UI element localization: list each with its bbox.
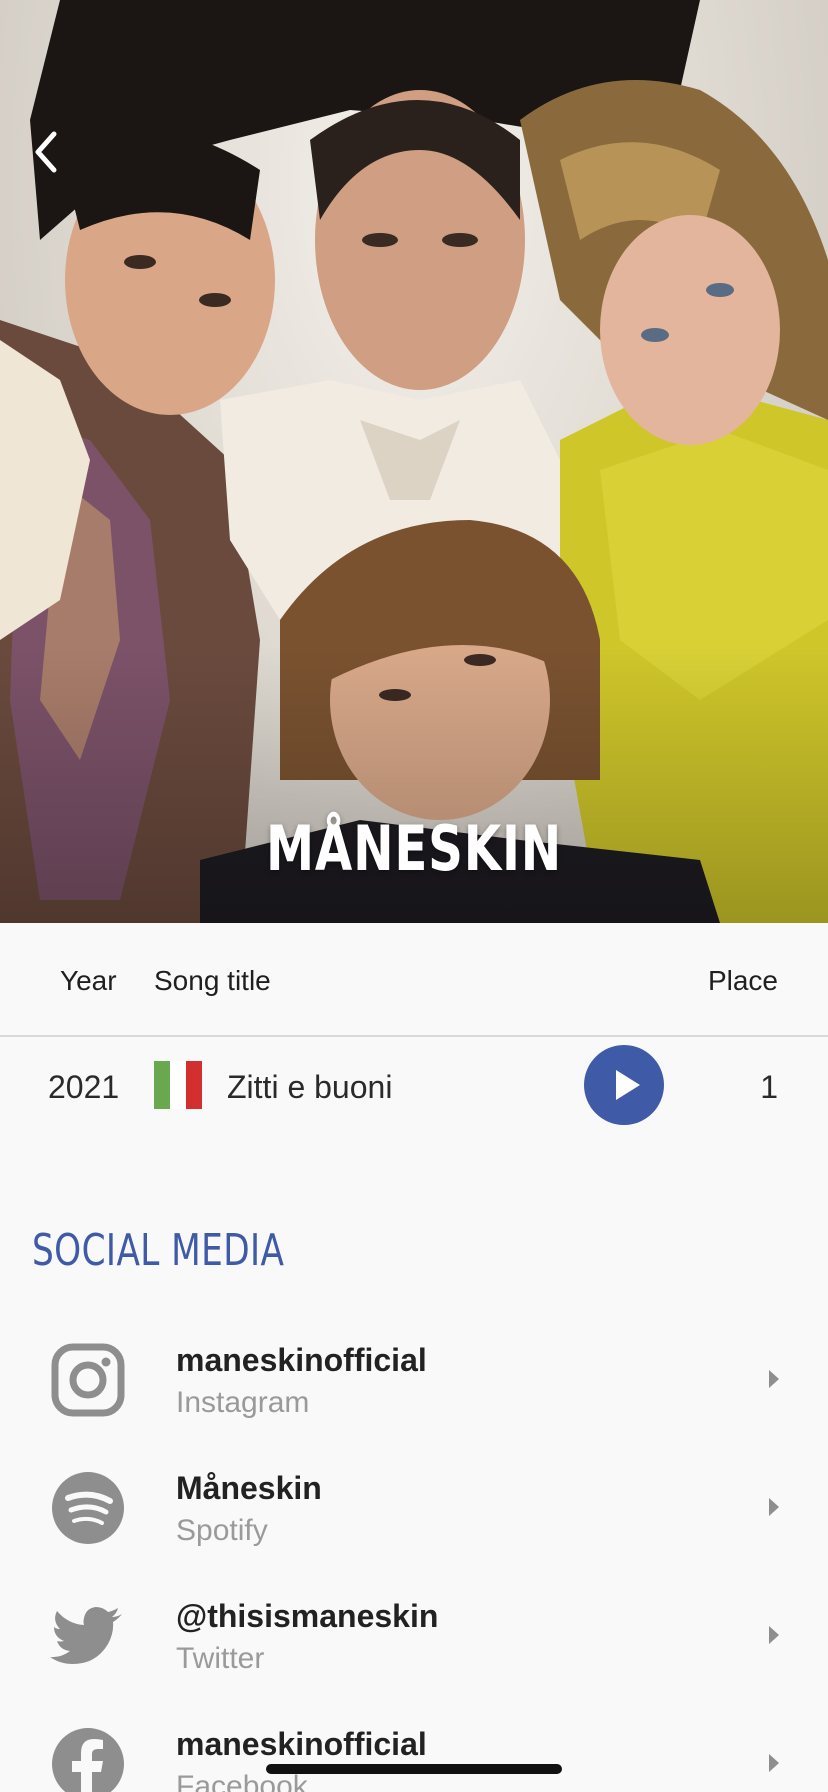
chevron-right-icon [769, 1754, 779, 1772]
social-handle: Måneskin [176, 1470, 322, 1506]
social-handle: maneskinofficial [176, 1726, 427, 1762]
chevron-right-icon [769, 1626, 779, 1644]
entries-table-header: Year Song title Place [0, 923, 828, 1037]
artist-name: MÅNESKIN [265, 812, 563, 885]
play-icon [616, 1070, 640, 1100]
chevron-right-icon [769, 1370, 779, 1388]
column-header-year: Year [60, 965, 117, 996]
column-header-song-title: Song title [154, 965, 271, 996]
social-platform: Instagram [176, 1386, 310, 1419]
social-handle: maneskinofficial [176, 1342, 427, 1378]
social-handle: @thisismaneskin [176, 1598, 439, 1634]
social-platform: Spotify [176, 1514, 268, 1547]
chevron-left-icon [35, 131, 57, 173]
social-item-facebook[interactable]: maneskinofficial Facebook [0, 1704, 828, 1792]
spotify-icon [52, 1472, 124, 1544]
home-indicator [266, 1764, 562, 1774]
entry-song-title: Zitti e buoni [227, 1069, 393, 1105]
artist-hero-image: MÅNESKIN [0, 0, 828, 923]
entry-year: 2021 [48, 1069, 120, 1105]
social-platform: Twitter [176, 1642, 265, 1675]
italy-flag-icon [154, 1061, 202, 1109]
social-media-title: SOCIAL MEDIA [32, 1225, 285, 1276]
chevron-right-icon [769, 1498, 779, 1516]
band-photo [0, 0, 828, 923]
instagram-icon [51, 1343, 125, 1417]
table-row: 2021 Zitti e buoni 1 [0, 1037, 828, 1133]
entry-place: 1 [760, 1069, 778, 1105]
play-button[interactable] [584, 1045, 664, 1125]
social-item-instagram[interactable]: maneskinofficial Instagram [0, 1320, 828, 1448]
facebook-icon [52, 1728, 124, 1792]
twitter-icon [50, 1607, 122, 1664]
social-item-twitter[interactable]: @thisismaneskin Twitter [0, 1576, 828, 1704]
column-header-place: Place [707, 965, 778, 996]
social-item-spotify[interactable]: Måneskin Spotify [0, 1448, 828, 1576]
back-button[interactable] [24, 122, 68, 182]
